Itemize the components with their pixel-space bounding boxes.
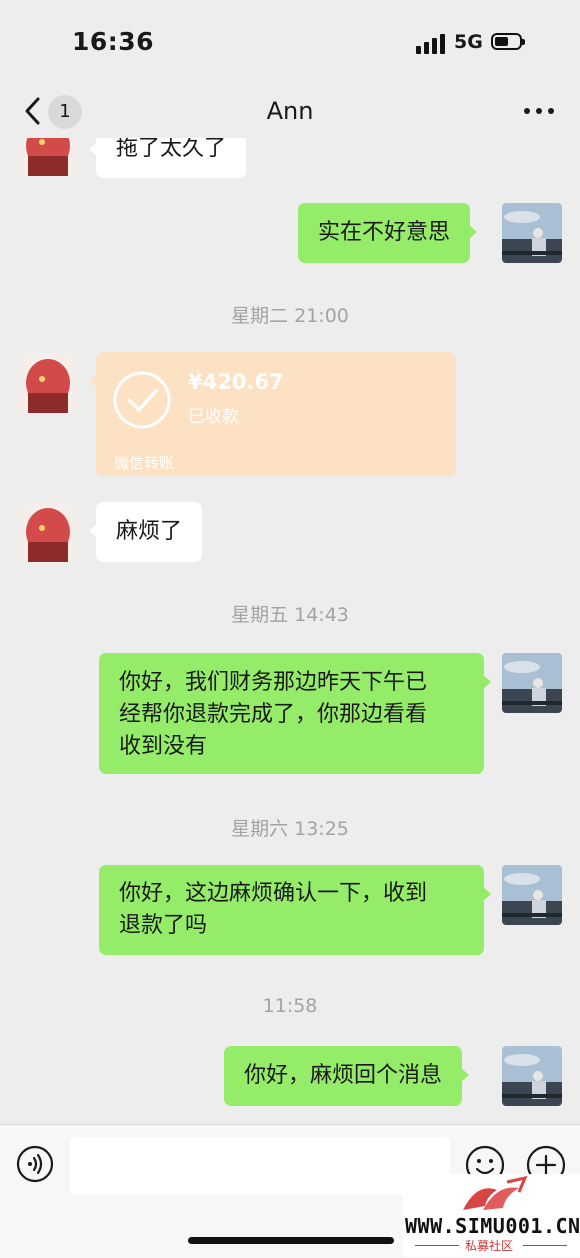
message-bubble[interactable]: 你好，我们财务那边昨天下午已 经帮你退款完成了，你那边看看 收到没有: [99, 653, 491, 774]
message-bubble[interactable]: 实在不好意思: [298, 203, 478, 263]
chat-title: Ann: [266, 97, 314, 125]
transfer-status: 已收款: [188, 407, 239, 427]
contact-avatar[interactable]: [18, 138, 78, 176]
contact-avatar[interactable]: [18, 502, 78, 562]
signal-icon: [416, 32, 446, 54]
my-avatar[interactable]: [502, 653, 562, 713]
my-avatar[interactable]: [502, 1046, 562, 1106]
watermark-caption: 私募社区: [465, 1239, 514, 1253]
watermark-logo: [463, 1176, 528, 1210]
timestamp: 星期二 21:00: [231, 305, 349, 327]
my-avatar[interactable]: [502, 865, 562, 925]
divider: [415, 1245, 459, 1246]
transfer-amount: ¥420.67: [188, 370, 284, 394]
transfer-card[interactable]: ¥420.67 已收款 微信转账: [89, 352, 456, 476]
message-bubble[interactable]: 你好，这边麻烦确认一下，收到 退款了吗: [99, 865, 491, 955]
message-bubble[interactable]: 你好，麻烦回个消息: [224, 1046, 470, 1106]
divider: [523, 1245, 567, 1246]
check-circle-icon: [113, 371, 171, 429]
transfer-footer: 微信转账: [114, 454, 175, 472]
contact-avatar[interactable]: [18, 353, 78, 413]
battery-icon: [491, 33, 525, 50]
home-indicator: [188, 1237, 394, 1244]
more-icon[interactable]: [524, 108, 554, 116]
timestamp: 星期六 13:25: [231, 818, 349, 840]
timestamp: 11:58: [262, 995, 318, 1017]
clipped-row: 拖了太久了: [0, 138, 580, 188]
watermark: WWW.SIMU001.CN 私募社区: [403, 1174, 580, 1257]
status-time: 16:36: [72, 27, 155, 56]
voice-icon[interactable]: [16, 1145, 54, 1183]
timestamp: 星期五 14:43: [231, 604, 349, 626]
message-bubble[interactable]: 麻烦了: [88, 502, 203, 562]
status-bar: 16:36 5G: [0, 0, 580, 86]
message-bubble[interactable]: 拖了太久了: [88, 138, 247, 178]
message-input[interactable]: [70, 1137, 450, 1195]
watermark-site: WWW.SIMU001.CN: [405, 1214, 580, 1238]
my-avatar[interactable]: [502, 203, 562, 263]
network-label: 5G: [454, 31, 483, 53]
